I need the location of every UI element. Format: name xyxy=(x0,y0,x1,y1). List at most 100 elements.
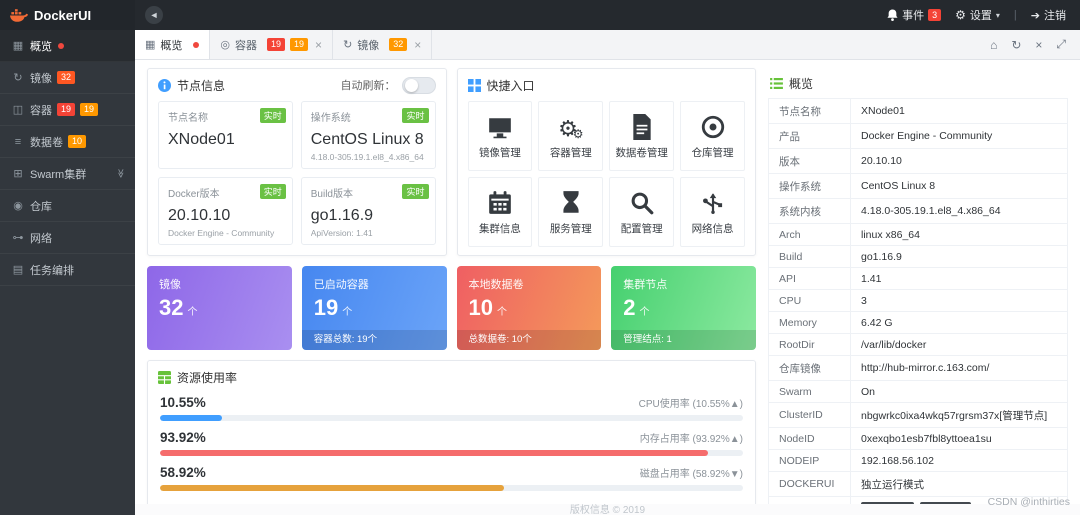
close-icon[interactable]: × xyxy=(1035,38,1042,52)
events-count-badge: 3 xyxy=(928,9,942,21)
tab-label: 容器 xyxy=(235,39,258,52)
quick-entry-registry[interactable]: 仓库管理 xyxy=(680,101,745,171)
network-icon: ⊶ xyxy=(12,232,24,244)
overview-row-key: Memory xyxy=(768,311,851,334)
events-menu[interactable]: 事件 3 xyxy=(887,7,942,23)
overview-row-value: 3 xyxy=(850,289,1068,312)
overview-table-body: 节点名称 XNode01 产品 Docker Engine - Community 版本… xyxy=(768,98,1068,507)
info-icon xyxy=(158,78,171,92)
gears-icon: ⚙ ⚙ xyxy=(558,116,584,141)
alert-dot xyxy=(193,41,200,48)
progress-track xyxy=(160,415,743,421)
sidebar-item-label: Swarm集群 xyxy=(30,168,87,181)
count-badge: 32 xyxy=(57,71,76,85)
count-badge: 19 xyxy=(290,38,309,52)
sidebar-item-network[interactable]: ⊶ 网络 xyxy=(0,222,135,254)
overview-table: 节点名称 XNode01 产品 Docker Engine - Community 版本… xyxy=(768,98,1068,507)
caret-down-icon: ▾ xyxy=(995,10,1000,20)
tab-containers[interactable]: ◎ 容器 19 19 × xyxy=(210,30,334,59)
overview-row: RootDir/var/lib/docker xyxy=(768,333,1068,356)
badge-group: 19 19 xyxy=(262,38,309,52)
refresh-icon[interactable]: ↻ xyxy=(1011,38,1021,52)
overview-row-value: http://hub-mirror.c.163.com/ xyxy=(850,355,1068,381)
sidebar-item-containers[interactable]: ◫ 容器 19 19 xyxy=(0,94,135,126)
registry-icon: ◉ xyxy=(13,200,23,212)
logout-button[interactable]: ➔ 注销 xyxy=(1031,7,1066,23)
progress-track xyxy=(160,485,743,491)
node-field-name: 节点名称 实时 XNode01 xyxy=(158,101,293,169)
grid-icon: ▦ xyxy=(12,40,24,52)
tab-toolbar: ⌂ ↻ × ⤢ xyxy=(976,30,1080,59)
sidebar-item-images[interactable]: ↻ 镜像 32 xyxy=(0,62,135,94)
count-badge: 19 xyxy=(267,38,286,52)
overview-row-key: Swarm xyxy=(768,380,851,403)
overview-row: 系统内核 4.18.0-305.19.1.el8_4.x86_64 xyxy=(768,198,1068,224)
sidebar-item-overview[interactable]: ▦ 概览 xyxy=(0,30,135,62)
overview-row: NODEIP 192.168.56.102 xyxy=(768,449,1068,472)
quick-entry-services[interactable]: 服务管理 xyxy=(538,177,604,247)
sidebar-item-tasks[interactable]: ▤ 任务编排 xyxy=(0,254,135,286)
tasks-icon: ▤ xyxy=(12,264,24,276)
settings-menu[interactable]: ⚙ 设置 ▾ xyxy=(955,7,1000,23)
overview-row: 仓库镜像 http://hub-mirror.c.163.com/ xyxy=(768,355,1068,381)
node-field-docker-version: Docker版本 实时 20.10.10 Docker Engine - Com… xyxy=(158,177,293,245)
badge-group: 10 xyxy=(63,135,87,149)
close-icon[interactable]: × xyxy=(315,38,322,52)
overview-row: 版本 20.10.10 xyxy=(768,148,1068,174)
stat-cards: 镜像 32 个 已启动容器 19 个 容器总数: 19个 本地数据卷 10 个 总数据… xyxy=(147,266,756,350)
sidebar-item-registry[interactable]: ◉ 仓库 xyxy=(0,190,135,222)
container-icon: ◫ xyxy=(12,104,24,116)
badge-group: 19 19 xyxy=(52,103,99,117)
stat-card-volumes[interactable]: 本地数据卷 10 个 总数据卷: 10个 xyxy=(456,266,602,350)
grid-icon: ▦ xyxy=(145,39,156,51)
tab-label: 镜像 xyxy=(357,39,380,52)
overview-row-key: RootDir xyxy=(768,333,851,356)
quick-entry-volumes[interactable]: 数据卷管理 xyxy=(609,101,675,171)
tab-overview[interactable]: ▦ 概览 xyxy=(135,30,211,59)
auto-refresh-toggle[interactable] xyxy=(401,76,436,94)
overview-row-key: NodeID xyxy=(768,427,851,450)
overview-row: DOCKERUI 独立运行模式 xyxy=(768,471,1068,497)
sidebar-item-volumes[interactable]: ≡ 数据卷 10 xyxy=(0,126,135,158)
overview-panel: 概览 节点名称 XNode01 产品 Docker Engine - Communit… xyxy=(768,68,1068,507)
stat-card-images[interactable]: 镜像 32 个 xyxy=(147,266,292,350)
node-info-card: 节点信息 自动刷新： 节点名称 实时 XNode01 操作系统 实时 CentO… xyxy=(147,68,447,256)
quick-entry-config[interactable]: 配置管理 xyxy=(609,177,675,247)
stat-card-cluster-nodes[interactable]: 集群节点 2个 管理结点: 1 xyxy=(611,266,756,350)
app-logo[interactable]: DockerUI xyxy=(0,0,135,30)
overview-row-value: 独立运行模式 xyxy=(850,471,1068,497)
sidebar-item-label: 网络 xyxy=(30,232,52,245)
quick-entry-containers[interactable]: ⚙ ⚙ 容器管理 xyxy=(538,101,604,171)
app-title: DockerUI xyxy=(34,7,92,23)
sidebar-item-label: 容器 xyxy=(30,104,52,117)
close-icon[interactable]: × xyxy=(414,38,421,52)
quick-entry-images[interactable]: 镜像管理 xyxy=(467,101,533,171)
monitor-icon xyxy=(489,118,511,139)
home-icon[interactable]: ⌂ xyxy=(990,38,997,52)
top-navbar: DockerUI ◄ 事件 3 ⚙ 设置 ▾ | ➔ 注销 xyxy=(0,0,1080,30)
card-title: 快捷入口 xyxy=(486,78,535,93)
overview-row: API 1.41 xyxy=(768,267,1068,290)
tab-images[interactable]: ↻ 镜像 32 × xyxy=(333,30,433,59)
layers-icon: ≡ xyxy=(14,135,22,148)
grid-icon xyxy=(467,78,481,92)
logout-label: 注销 xyxy=(1044,10,1066,22)
overview-row-key: ClusterID xyxy=(768,402,851,428)
fullscreen-icon[interactable]: ⤢ xyxy=(1056,37,1066,52)
sidebar-item-label: 仓库 xyxy=(30,200,52,213)
stat-card-running-containers[interactable]: 已启动容器 19 个 容器总数: 19个 xyxy=(301,266,447,350)
sidebar-collapse-button[interactable]: ◄ xyxy=(145,6,163,24)
toggle-knob xyxy=(404,78,418,92)
tab-bar: ▦ 概览 ◎ 容器 19 19 × ↻ 镜像 32 × ⌂ ↻ × ⤢ xyxy=(135,30,1080,60)
sidebar-item-swarm[interactable]: ⊞ Swarm集群 ≫ xyxy=(0,158,135,190)
quick-entry-cluster[interactable]: 集群信息 xyxy=(467,177,533,247)
realtime-badge: 实时 xyxy=(402,184,429,199)
left-column: 节点信息 自动刷新： 节点名称 实时 XNode01 操作系统 实时 CentO… xyxy=(147,68,756,507)
cluster-icon: ⊞ xyxy=(13,168,23,180)
overview-row-value: 1.41 xyxy=(850,267,1068,290)
quick-entry-network[interactable]: 网络信息 xyxy=(680,177,745,247)
progress-fill xyxy=(160,415,222,421)
panel-title: 概览 xyxy=(789,76,814,91)
overview-row-key: Build xyxy=(768,245,851,268)
overview-row-value: 0xexqbo1esb7fbl8yttoea1su xyxy=(850,427,1068,450)
